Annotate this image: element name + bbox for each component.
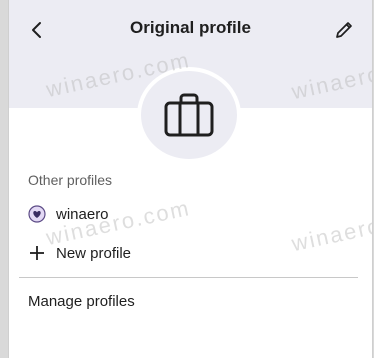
pencil-icon	[336, 22, 352, 38]
other-profiles-label: Other profiles	[28, 172, 113, 188]
new-profile-button[interactable]: New profile	[9, 238, 372, 268]
profile-item-winaero[interactable]: winaero	[9, 199, 372, 229]
heart-icon	[28, 205, 46, 223]
back-button[interactable]	[23, 16, 51, 44]
chevron-left-icon	[32, 22, 41, 38]
manage-profiles-link[interactable]: Manage profiles	[28, 293, 135, 310]
new-profile-label: New profile	[56, 244, 132, 262]
profile-item-label: winaero	[56, 205, 109, 223]
page-title: Original profile	[130, 18, 251, 37]
profile-avatar	[137, 67, 241, 163]
edit-profile-button[interactable]	[330, 16, 358, 44]
profile-menu-panel: Original profile Other profiles winaero	[8, 0, 373, 358]
briefcase-icon	[164, 93, 214, 137]
divider	[19, 277, 358, 278]
plus-icon	[28, 244, 46, 262]
